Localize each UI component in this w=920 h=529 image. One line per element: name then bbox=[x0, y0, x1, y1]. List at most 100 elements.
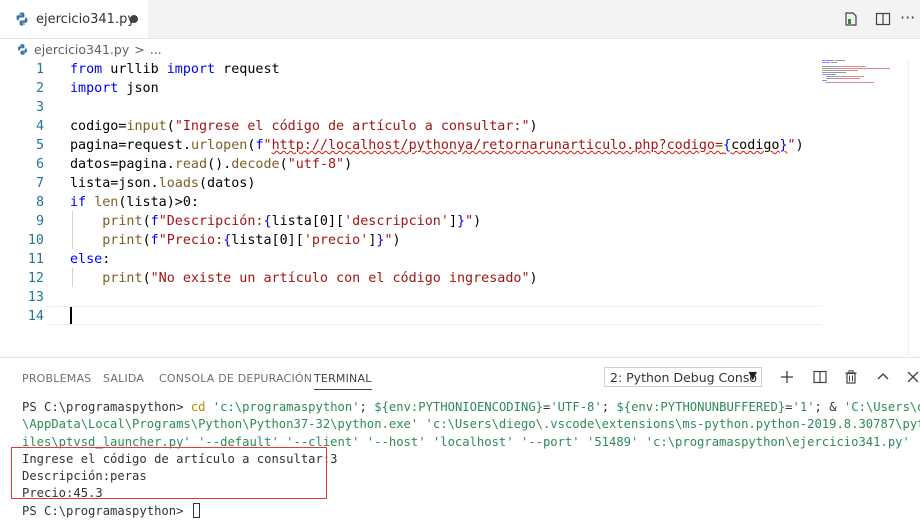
code-text: print(f"Descripción:{lista[0]['descripci… bbox=[70, 212, 481, 231]
code-text: lista=json.loads(datos) bbox=[70, 174, 255, 193]
code-line[interactable]: 4 codigo=input("Ingrese el código de artí… bbox=[0, 117, 820, 136]
terminal-token: ; bbox=[359, 400, 375, 414]
code-token: http://localhost/pythonya/retornarunarti… bbox=[271, 138, 724, 153]
breadcrumb-file[interactable]: ejercicio341.py bbox=[34, 42, 129, 57]
code-token: f bbox=[255, 138, 264, 153]
code-token: " bbox=[787, 138, 796, 153]
code-text: print(f"Precio:{lista[0]['precio']}") bbox=[70, 231, 401, 250]
code-text: pagina=request.urlopen(f"http://localhos… bbox=[70, 136, 804, 155]
code-token: } bbox=[779, 138, 788, 153]
code-token: (). bbox=[207, 157, 232, 172]
code-text: codigo=input("Ingrese el código de artíc… bbox=[70, 117, 538, 136]
code-token: request bbox=[215, 62, 280, 77]
code-line[interactable]: 10 print(f"Precio:{lista[0]['precio']}") bbox=[0, 231, 820, 250]
code-token: ) bbox=[795, 138, 804, 153]
unsaved-dot-icon[interactable] bbox=[130, 15, 138, 23]
code-token: ] bbox=[448, 214, 457, 229]
code-line[interactable]: 14 bbox=[0, 307, 820, 326]
code-token: f bbox=[150, 214, 159, 229]
code-token: print bbox=[102, 271, 143, 286]
code-token: decode bbox=[231, 157, 280, 172]
code-token: ( bbox=[142, 233, 151, 248]
editor-scrollbar[interactable] bbox=[908, 59, 920, 357]
code-token: : bbox=[102, 252, 111, 267]
close-panel-icon[interactable] bbox=[905, 369, 920, 385]
code-line[interactable]: 3 bbox=[0, 98, 820, 117]
line-number: 5 bbox=[35, 138, 44, 153]
code-line[interactable]: 12 print("No existe un artículo con el c… bbox=[0, 269, 820, 288]
terminal-token: cd bbox=[190, 400, 206, 414]
python-file-icon bbox=[18, 43, 27, 55]
code-token: ) bbox=[392, 233, 401, 248]
code-token: ) bbox=[529, 119, 538, 134]
open-changes-icon[interactable] bbox=[843, 11, 859, 27]
code-line[interactable]: 1 from urllib import request bbox=[0, 60, 820, 79]
code-text: import json bbox=[70, 79, 159, 98]
code-token: else bbox=[70, 252, 103, 267]
code-token: json bbox=[118, 81, 159, 96]
code-line[interactable]: 13 bbox=[0, 288, 820, 307]
code-token: "No existe un artículo con el código ing… bbox=[150, 271, 530, 286]
code-text: print("No existe un artículo con el códi… bbox=[70, 269, 538, 288]
line-number: 11 bbox=[27, 252, 44, 267]
code-token: import bbox=[70, 81, 119, 96]
code-token: "Precio: bbox=[158, 233, 224, 248]
terminal-token: = bbox=[785, 400, 793, 414]
split-editor-icon[interactable] bbox=[875, 11, 891, 27]
chevron-down-icon: ▼ bbox=[748, 369, 757, 382]
code-line[interactable]: 6 datos=pagina.read().decode("utf-8") bbox=[0, 155, 820, 174]
editor-tab[interactable]: ejercicio341.py bbox=[0, 0, 148, 38]
code-token: (datos) bbox=[199, 176, 256, 191]
code-token: codigo bbox=[731, 138, 780, 153]
code-token: urllib bbox=[102, 62, 167, 77]
code-token: (lista)>0: bbox=[118, 195, 199, 210]
editor-tab-bar: ejercicio341.py ··· bbox=[0, 0, 920, 39]
more-actions-icon[interactable]: ··· bbox=[900, 8, 915, 27]
terminal-select[interactable]: 2: Python Debug Conso ▼ bbox=[604, 367, 762, 387]
code-line[interactable]: 5 pagina=request.urlopen(f"http://localho… bbox=[0, 136, 820, 155]
tab-debug-console[interactable]: CONSOLA DE DEPURACIÓN bbox=[159, 372, 312, 385]
trash-icon[interactable] bbox=[843, 369, 859, 385]
split-terminal-icon[interactable] bbox=[812, 369, 828, 385]
tab-terminal[interactable]: TERMINAL bbox=[314, 372, 372, 390]
code-line[interactable]: 2 import json bbox=[0, 79, 820, 98]
maximize-panel-icon[interactable] bbox=[875, 369, 891, 385]
line-number: 12 bbox=[27, 271, 44, 286]
code-token: "utf-8" bbox=[287, 157, 345, 172]
tab-problems[interactable]: PROBLEMAS bbox=[22, 372, 91, 385]
line-number: 9 bbox=[35, 214, 44, 229]
terminal-token: PS C:\programaspython> bbox=[22, 503, 191, 518]
breadcrumb-more[interactable]: ... bbox=[150, 42, 162, 57]
terminal-cursor bbox=[192, 502, 200, 518]
terminal-token: 'UTF-8' bbox=[550, 400, 602, 414]
minimap[interactable] bbox=[822, 59, 892, 99]
code-token: ) bbox=[529, 271, 538, 286]
code-token: "Ingrese el código de artículo a consult… bbox=[174, 119, 530, 134]
code-token: "Descripción: bbox=[158, 214, 264, 229]
code-token: pagina=request. bbox=[70, 138, 191, 153]
code-text: else: bbox=[70, 250, 110, 269]
line-number: 14 bbox=[27, 309, 44, 324]
add-terminal-icon[interactable] bbox=[779, 369, 795, 385]
code-line[interactable]: 8 if len(lista)>0: bbox=[0, 193, 820, 212]
code-line[interactable]: 9 print(f"Descripción:{lista[0]['descrip… bbox=[0, 212, 820, 231]
code-line[interactable]: 11 else: bbox=[0, 250, 820, 269]
terminal-token: ; & bbox=[814, 400, 844, 414]
line-number: 8 bbox=[35, 195, 44, 210]
code-text: datos=pagina.read().decode("utf-8") bbox=[70, 155, 352, 174]
code-token: len bbox=[94, 195, 119, 210]
code-token: print bbox=[102, 233, 143, 248]
code-line[interactable]: 7 lista=json.loads(datos) bbox=[0, 174, 820, 193]
code-token: import bbox=[166, 62, 216, 77]
code-token: ) bbox=[344, 157, 353, 172]
terminal-token: ; bbox=[601, 400, 617, 414]
line-number: 6 bbox=[35, 157, 44, 172]
code-text: if len(lista)>0: bbox=[70, 193, 199, 212]
code-token: lista[0][ bbox=[271, 214, 345, 229]
code-token: 'descripcion' bbox=[344, 214, 449, 229]
code-editor[interactable]: 1 from urllib import request 2 import json 3… bbox=[0, 59, 920, 357]
code-token: " bbox=[465, 214, 474, 229]
code-token: input bbox=[126, 119, 167, 134]
tab-output[interactable]: SALIDA bbox=[103, 372, 144, 385]
